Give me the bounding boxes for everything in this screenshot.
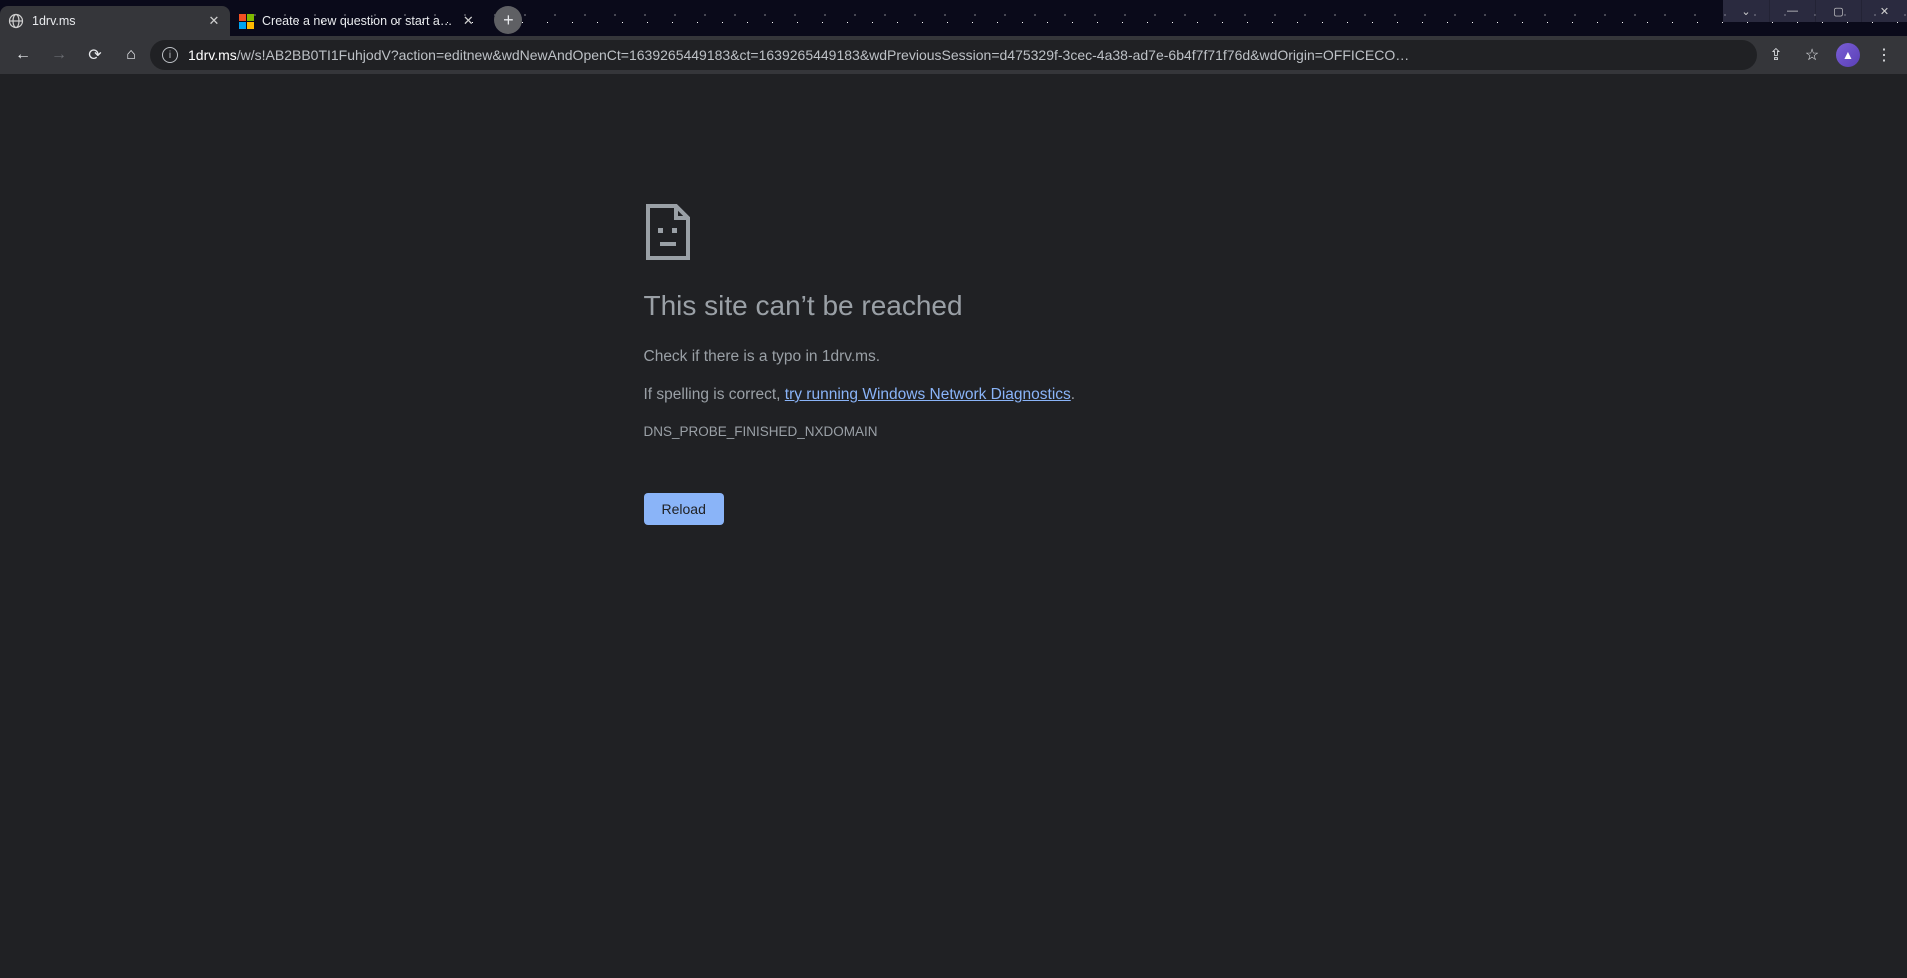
forward-button[interactable]: → <box>42 40 76 70</box>
window-maximize-button[interactable]: ▢ <box>1815 0 1861 22</box>
profile-button[interactable]: ▲ <box>1831 40 1865 70</box>
forward-icon: → <box>51 46 67 64</box>
browser-toolbar: ← → ⟳ ⌂ i 1drv.ms/w/s!AB2BB0TI1FuhjodV?a… <box>0 36 1907 74</box>
share-icon: ⇪ <box>1769 45 1782 65</box>
chevron-down-icon: ⌄ <box>1741 5 1750 18</box>
maximize-icon: ▢ <box>1833 5 1843 18</box>
url-domain: 1drv.ms <box>188 47 237 63</box>
share-button[interactable]: ⇪ <box>1759 40 1793 70</box>
sad-page-icon <box>644 204 692 260</box>
menu-icon: ⋮ <box>1876 45 1892 65</box>
close-icon: ✕ <box>1880 5 1889 18</box>
reload-page-button[interactable]: Reload <box>644 493 724 525</box>
error-title: This site can’t be reached <box>644 290 1264 322</box>
tab-title: Create a new question or start a… <box>262 14 452 28</box>
window-chevron-button[interactable]: ⌄ <box>1723 0 1769 22</box>
window-minimize-button[interactable]: — <box>1769 0 1815 22</box>
error-spelling-line: If spelling is correct, try running Wind… <box>644 386 1264 404</box>
home-icon: ⌂ <box>126 46 136 64</box>
plus-icon: + <box>503 10 514 31</box>
tab-1drvms[interactable]: 1drv.ms ✕ <box>0 6 230 36</box>
back-button[interactable]: ← <box>6 40 40 70</box>
window-controls: ⌄ — ▢ ✕ <box>1723 0 1907 22</box>
new-tab-button[interactable]: + <box>494 6 522 34</box>
close-icon[interactable]: ✕ <box>206 13 222 29</box>
error-code: DNS_PROBE_FINISHED_NXDOMAIN <box>644 424 1264 439</box>
star-icon: ☆ <box>1805 45 1819 65</box>
bookmark-button[interactable]: ☆ <box>1795 40 1829 70</box>
microsoft-icon <box>238 13 254 29</box>
tab-ms-community[interactable]: Create a new question or start a… ✕ <box>230 6 484 36</box>
site-info-icon[interactable]: i <box>162 47 178 63</box>
page-content: This site can’t be reached Check if ther… <box>0 74 1907 525</box>
error-box: This site can’t be reached Check if ther… <box>644 204 1264 525</box>
close-icon[interactable]: ✕ <box>460 13 476 29</box>
menu-button[interactable]: ⋮ <box>1867 40 1901 70</box>
window-close-button[interactable]: ✕ <box>1861 0 1907 22</box>
globe-icon <box>8 13 24 29</box>
tab-title: 1drv.ms <box>32 14 198 28</box>
minimize-icon: — <box>1787 5 1798 17</box>
url-text: 1drv.ms/w/s!AB2BB0TI1FuhjodV?action=edit… <box>188 47 1745 63</box>
home-button[interactable]: ⌂ <box>114 40 148 70</box>
back-icon: ← <box>15 46 31 64</box>
address-bar[interactable]: i 1drv.ms/w/s!AB2BB0TI1FuhjodV?action=ed… <box>150 40 1757 70</box>
url-path: /w/s!AB2BB0TI1FuhjodV?action=editnew&wdN… <box>237 47 1410 63</box>
diagnostics-link[interactable]: try running Windows Network Diagnostics <box>785 386 1071 403</box>
reload-icon: ⟳ <box>88 45 101 65</box>
error-check-line: Check if there is a typo in 1drv.ms. <box>644 348 1264 366</box>
reload-button[interactable]: ⟳ <box>78 40 112 70</box>
profile-icon: ▲ <box>1836 43 1860 67</box>
tab-strip: 1drv.ms ✕ Create a new question or start… <box>0 0 1907 36</box>
